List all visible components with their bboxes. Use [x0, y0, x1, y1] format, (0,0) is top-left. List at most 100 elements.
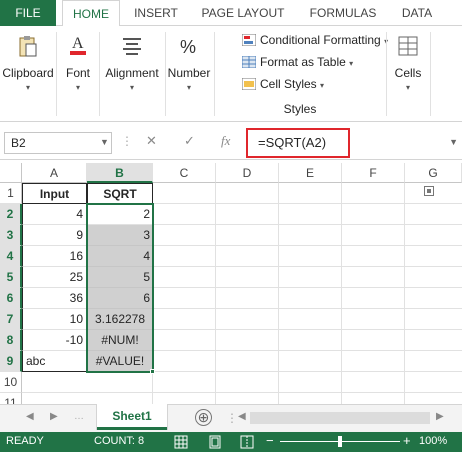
- format-as-table-button[interactable]: Format as Table ▾: [242, 52, 353, 72]
- cells-group[interactable]: Cells ▾: [388, 26, 428, 122]
- column-header-d[interactable]: D: [216, 163, 279, 183]
- paste-icon: [19, 36, 37, 57]
- tab-insert[interactable]: INSERT: [126, 0, 186, 26]
- tab-data[interactable]: DATA: [392, 0, 442, 26]
- divider: [214, 32, 215, 116]
- normal-view-icon[interactable]: [174, 435, 188, 449]
- tab-formulas[interactable]: FORMULAS: [300, 0, 386, 26]
- chevron-down-icon: ▾: [25, 83, 30, 92]
- cell-a2[interactable]: 4: [22, 204, 87, 225]
- clipboard-group[interactable]: Clipboard ▾: [0, 26, 56, 122]
- row-header-8[interactable]: 8: [0, 330, 22, 351]
- cell-b5[interactable]: 5: [87, 267, 153, 288]
- row-header-3[interactable]: 3: [0, 225, 22, 246]
- alignment-group[interactable]: Alignment ▾: [100, 26, 164, 122]
- tab-page-layout[interactable]: PAGE LAYOUT: [192, 0, 294, 26]
- zoom-slider-thumb[interactable]: [338, 436, 342, 447]
- clipboard-label: Clipboard: [2, 66, 54, 80]
- conditional-formatting-button[interactable]: Conditional Formatting ▾: [242, 30, 388, 50]
- sheet-prev-icon[interactable]: ◀: [26, 411, 34, 422]
- sheet-next-icon[interactable]: ▶: [50, 411, 58, 422]
- row-header-10[interactable]: 10: [0, 372, 22, 393]
- row-header-9[interactable]: 9: [0, 351, 22, 372]
- cell-a9[interactable]: abc: [22, 351, 87, 372]
- cell-a3[interactable]: 9: [22, 225, 87, 246]
- zoom-in-button[interactable]: +: [403, 433, 411, 448]
- font-group[interactable]: A Font ▾: [58, 26, 98, 122]
- cell-a6[interactable]: 36: [22, 288, 87, 309]
- select-all-corner[interactable]: [0, 163, 22, 183]
- ribbon: Clipboard ▾ A Font ▾ Alignment ▾ % Numbe…: [0, 26, 462, 122]
- alignment-label: Alignment: [105, 66, 159, 80]
- quick-analysis-icon[interactable]: [424, 186, 434, 196]
- cell-styles-button[interactable]: Cell Styles ▾: [242, 74, 324, 94]
- chevron-down-icon: ▾: [129, 83, 134, 92]
- sheet-more-icon[interactable]: …: [74, 411, 84, 422]
- cell-b4[interactable]: 4: [87, 246, 153, 267]
- cell-b8[interactable]: #NUM!: [87, 330, 153, 351]
- chevron-down-icon: ▾: [320, 81, 325, 90]
- page-break-view-icon[interactable]: [240, 435, 254, 449]
- sheet-tab-bar: ◀ ▶ … Sheet1 ⊕ ⋮ ◀ ▶: [0, 404, 462, 432]
- format-as-table-icon: [242, 56, 256, 68]
- divider: [56, 32, 57, 116]
- column-header-b[interactable]: B: [87, 163, 153, 183]
- column-header-e[interactable]: E: [279, 163, 342, 183]
- tab-home[interactable]: HOME: [62, 0, 120, 27]
- insert-function-button[interactable]: fx: [221, 133, 230, 149]
- cell-b7[interactable]: 3.162278: [87, 309, 153, 330]
- row-header-5[interactable]: 5: [0, 267, 22, 288]
- align-icon: [123, 38, 141, 55]
- horizontal-scrollbar[interactable]: [250, 412, 430, 424]
- cell-styles-icon: [242, 78, 256, 90]
- cell-b1[interactable]: SQRT: [87, 183, 153, 204]
- zoom-out-button[interactable]: −: [266, 433, 274, 448]
- cell-a5[interactable]: 25: [22, 267, 87, 288]
- page-layout-view-icon[interactable]: [208, 435, 222, 449]
- cell-b6[interactable]: 6: [87, 288, 153, 309]
- font-label: Font: [65, 66, 90, 80]
- cell-b9[interactable]: #VALUE!: [87, 351, 153, 372]
- row-header-2[interactable]: 2: [0, 204, 22, 225]
- number-group[interactable]: % Number ▾: [166, 26, 212, 122]
- name-box[interactable]: B2: [4, 132, 112, 154]
- cell-a8[interactable]: -10: [22, 330, 87, 351]
- column-header-f[interactable]: F: [342, 163, 405, 183]
- chevron-down-icon: ▾: [405, 83, 410, 92]
- cell-b2[interactable]: 2: [87, 204, 153, 225]
- row-header-7[interactable]: 7: [0, 309, 22, 330]
- number-label: Number: [167, 66, 211, 80]
- formula-input[interactable]: =SQRT(A2): [246, 128, 350, 158]
- row-header-4[interactable]: 4: [0, 246, 22, 267]
- row-header-6[interactable]: 6: [0, 288, 22, 309]
- row-header-1[interactable]: 1: [0, 183, 22, 204]
- sheet-tab-sheet1[interactable]: Sheet1: [97, 404, 167, 430]
- cells-label: Cells: [394, 66, 422, 80]
- scroll-right-icon[interactable]: ▶: [436, 411, 444, 422]
- scroll-left-icon[interactable]: ◀: [238, 411, 246, 422]
- tab-file[interactable]: FILE: [0, 0, 56, 26]
- font-color-icon: A: [70, 35, 86, 55]
- cell-a4[interactable]: 16: [22, 246, 87, 267]
- percent-icon: %: [180, 37, 196, 57]
- cell-b3[interactable]: 3: [87, 225, 153, 246]
- fill-handle[interactable]: [150, 369, 155, 374]
- expand-formula-icon[interactable]: ▼: [449, 137, 458, 147]
- name-box-dropdown-icon[interactable]: ▼: [100, 137, 109, 147]
- status-bar: READY COUNT: 8 − + 100%: [0, 432, 462, 452]
- column-header-a[interactable]: A: [22, 163, 87, 183]
- chevron-down-icon: ▾: [186, 83, 191, 92]
- add-sheet-icon[interactable]: ⊕: [195, 409, 212, 426]
- column-header-c[interactable]: C: [153, 163, 216, 183]
- cancel-icon[interactable]: ✕: [146, 133, 157, 149]
- zoom-level[interactable]: 100%: [419, 435, 447, 447]
- cell-a1[interactable]: Input: [22, 183, 87, 204]
- cell-a7[interactable]: 10: [22, 309, 87, 330]
- enter-icon[interactable]: ✓: [184, 133, 195, 149]
- divider: [430, 32, 431, 116]
- styles-group: Conditional Formatting ▾ Format as Table…: [216, 26, 388, 122]
- column-header-g[interactable]: G: [405, 163, 462, 183]
- formula-bar: B2 ▼ ⋮ ✕ ✓ fx =SQRT(A2) ▼: [0, 122, 462, 160]
- tab-splitter-icon[interactable]: ⋮: [226, 411, 238, 425]
- chevron-down-icon: ▾: [75, 83, 80, 92]
